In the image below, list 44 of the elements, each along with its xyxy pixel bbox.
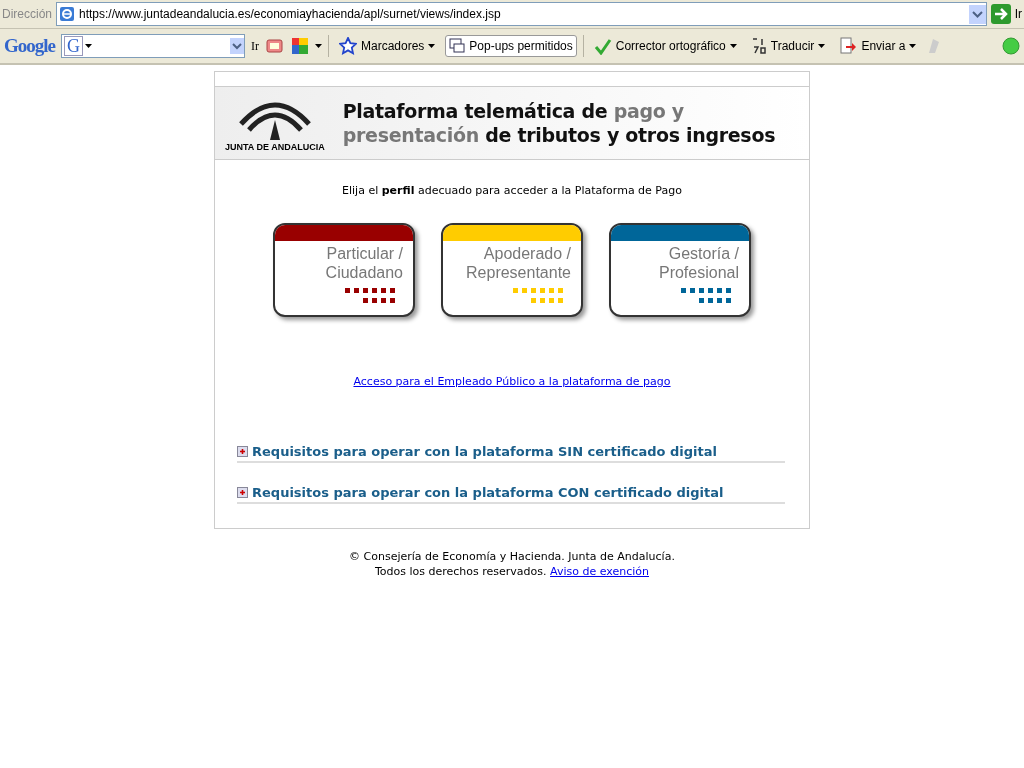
address-field[interactable]: https://www.juntadeandalucia.es/economiayhacienda/apl/surnet/views/index.jsp: [56, 2, 987, 26]
expand-icon[interactable]: [237, 446, 248, 457]
search-go-button[interactable]: Ir: [251, 38, 259, 54]
caret-icon: [428, 44, 436, 48]
disclaimer-link[interactable]: Aviso de exención: [550, 565, 649, 578]
popups-button[interactable]: Pop-ups permitidos: [445, 35, 577, 57]
dropdown-icon[interactable]: [230, 38, 244, 54]
dots-icon: [681, 288, 733, 304]
status-light-icon: [1002, 37, 1020, 55]
rights-text: Todos los derechos reservados.: [374, 565, 547, 578]
go-button[interactable]: Ir: [1014, 7, 1022, 21]
bookmarks-button[interactable]: Marcadores: [335, 34, 440, 58]
collapsible-section[interactable]: Requisitos para operar con la plataforma SIN certificado digital: [237, 444, 785, 463]
google-logo: Google: [4, 35, 55, 57]
intro-text: Elija el perfil adecuado para acceder a la Plataforma de Pago: [341, 184, 683, 197]
caret-icon[interactable]: [85, 44, 92, 48]
caret-icon[interactable]: [315, 44, 322, 48]
blocks-icon[interactable]: [291, 37, 309, 55]
copyright-text: © Consejería de Economía y Hacienda. Junta de Andalucía.: [349, 550, 675, 563]
caret-icon: [909, 44, 917, 48]
caret-icon: [729, 44, 737, 48]
send-button[interactable]: Enviar a: [835, 34, 921, 58]
logo-text: JUNTA DE ANDALUCIA: [225, 142, 325, 152]
dropdown-icon[interactable]: [968, 4, 986, 24]
page-title: Plataforma telemática de pago y presentación de tributos y otros ingresos: [342, 99, 776, 147]
document-arrow-icon: [839, 37, 858, 55]
go-arrow-icon[interactable]: [990, 4, 1011, 24]
collapsible-section[interactable]: Requisitos para operar con la plataforma CON certificado digital: [237, 485, 785, 504]
profile-button[interactable]: Gestoría / Profesional: [609, 223, 751, 317]
windows-icon: [449, 38, 466, 54]
star-icon: [339, 37, 357, 55]
search-field[interactable]: G: [61, 34, 245, 58]
dots-icon: [345, 288, 397, 304]
expand-icon[interactable]: [237, 487, 248, 498]
dots-icon: [513, 288, 565, 304]
spellcheck-button[interactable]: Corrector ortográfico: [589, 34, 741, 58]
address-label: Dirección: [2, 7, 52, 21]
translate-button[interactable]: Traducir: [746, 34, 830, 58]
checkmark-icon: [593, 37, 612, 55]
profile-button[interactable]: Apoderado / Representante: [441, 223, 583, 317]
caret-icon: [818, 44, 826, 48]
profile-button[interactable]: Particular / Ciudadano: [273, 223, 415, 317]
page-icon: [59, 6, 75, 22]
employee-access-link[interactable]: Acceso para el Empleado Público a la plataforma de pago: [353, 375, 671, 388]
